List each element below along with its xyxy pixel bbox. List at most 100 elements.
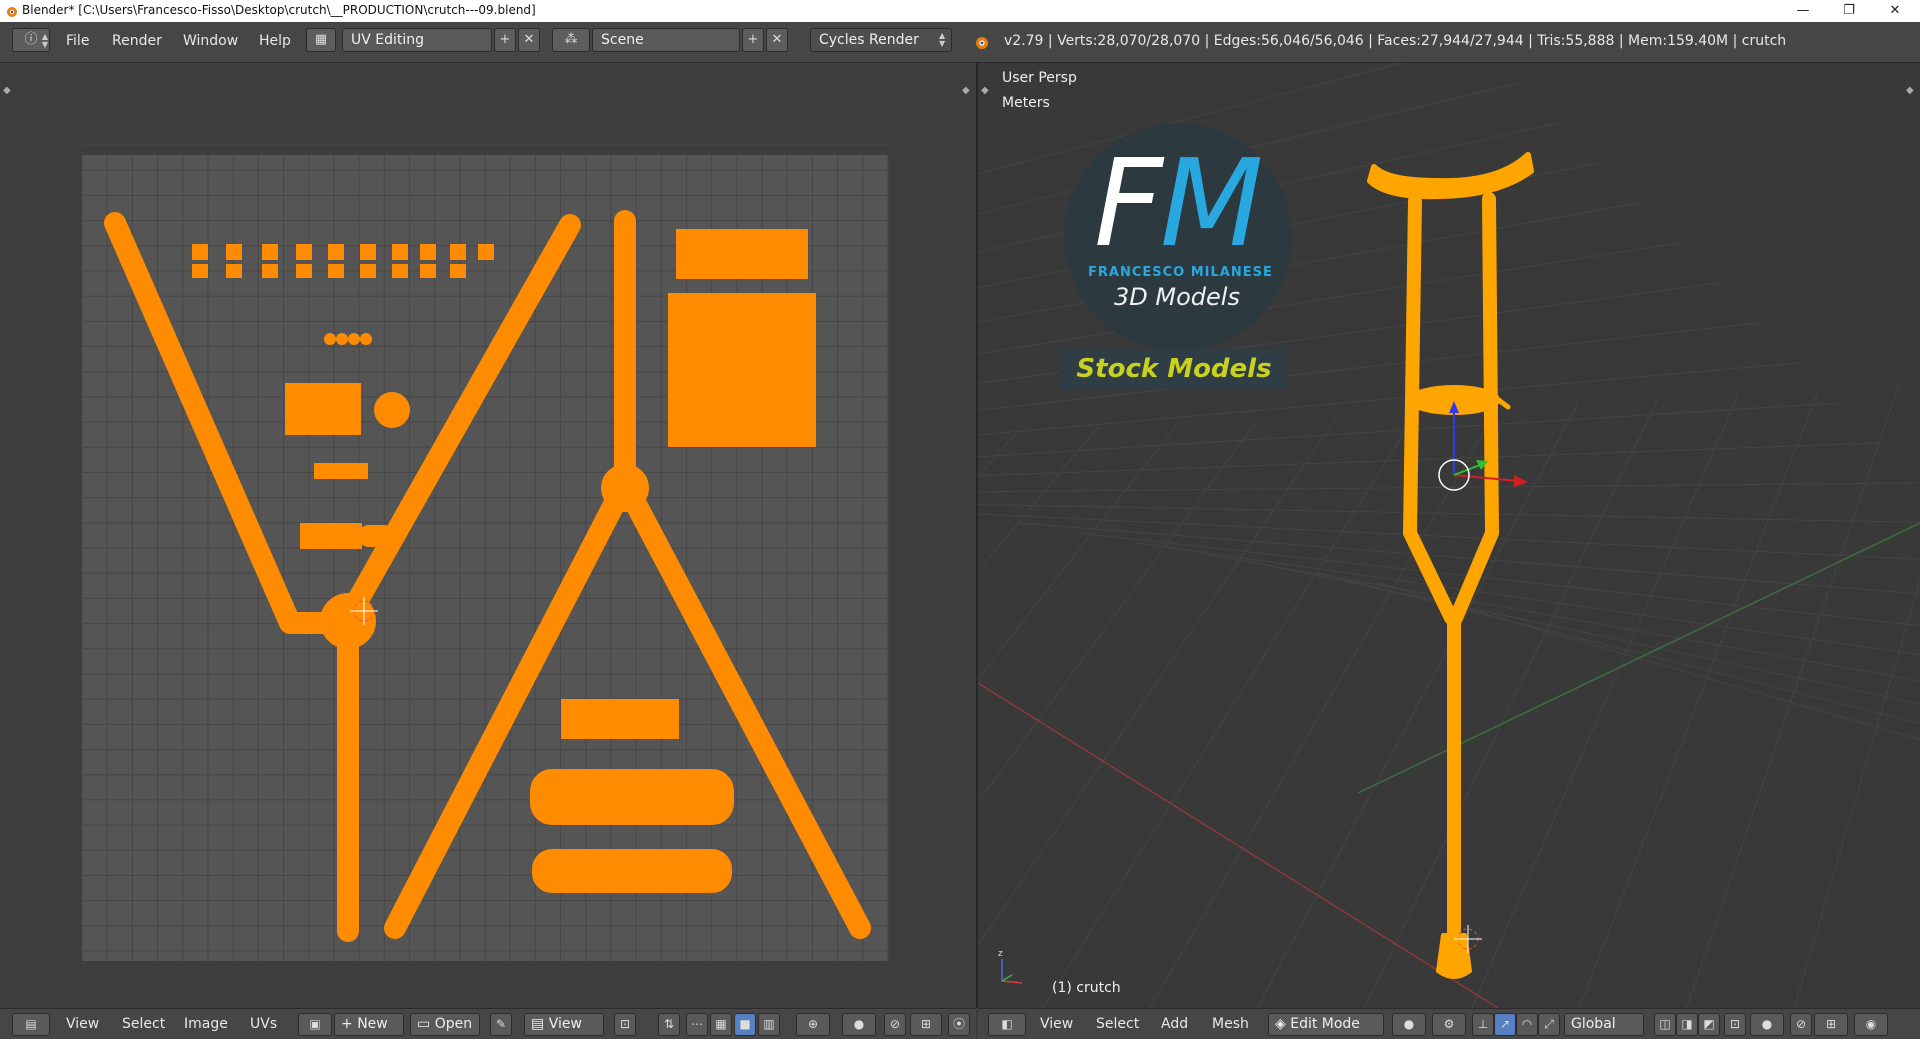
uv-menu-select[interactable]: Select (122, 1016, 165, 1032)
add-screen-button[interactable]: + (494, 28, 516, 52)
select-island-button[interactable]: ▥ (758, 1013, 780, 1036)
uv-canvas[interactable]: ◆ ◆ (0, 63, 976, 1008)
translate-manipulator-button[interactable]: ↗ (1494, 1013, 1516, 1036)
floor-grid-line (1793, 578, 1920, 1008)
uv-island-grip-face (561, 699, 679, 739)
select-edge-mode-button[interactable]: ◨ (1676, 1013, 1698, 1036)
snap-toggle-button[interactable]: ⊘ (1790, 1013, 1812, 1036)
menu-help[interactable]: Help (259, 33, 291, 49)
uv-menu-uvs[interactable]: UVs (250, 1016, 277, 1032)
uv-island-grip (530, 769, 734, 825)
remove-scene-button[interactable]: ✕ (766, 28, 788, 52)
editor-type-image-button[interactable]: ▤ (12, 1013, 50, 1036)
floor-grid-line (1197, 552, 1920, 682)
shading-sphere-icon: ● (1403, 1017, 1415, 1031)
vp-menu-view[interactable]: View (1040, 1016, 1073, 1032)
new-image-button[interactable]: + New (334, 1013, 404, 1036)
pivot-point-dropdown[interactable]: ⚙ (1432, 1013, 1466, 1036)
snap-target-button[interactable]: ⊞ (910, 1013, 942, 1036)
snap-button[interactable]: ⊡ (614, 1013, 636, 1036)
snap-element-dropdown[interactable]: ⊞ (1814, 1013, 1848, 1036)
scene-icon-button[interactable]: ⁂ (552, 28, 590, 52)
uv-island-small (262, 244, 278, 260)
snap-icon: ⊡ (619, 1017, 631, 1031)
interaction-mode-dropdown[interactable]: ◈ Edit Mode (1268, 1013, 1384, 1036)
open-image-button[interactable]: ▭ Open (410, 1013, 480, 1036)
scene-label: Scene (601, 32, 644, 48)
uv-island-small (226, 264, 242, 278)
vp-menu-mesh[interactable]: Mesh (1212, 1016, 1249, 1032)
select-vertex-button[interactable]: ⋯ (686, 1013, 708, 1036)
viewport-shading-dropdown[interactable]: ● (1392, 1013, 1426, 1036)
uv-menu-view[interactable]: View (66, 1016, 99, 1032)
restore-button[interactable]: ❐ (1826, 0, 1872, 22)
uv-island-circle (374, 392, 410, 428)
scale-manipulator-button[interactable]: ⤢ (1538, 1013, 1560, 1036)
view-mode-dropdown[interactable]: ▤ View (524, 1013, 604, 1036)
pivot-dropdown[interactable]: ⊕ (796, 1013, 830, 1036)
uv-menu-image[interactable]: Image (184, 1016, 228, 1032)
screen-layout-field[interactable]: UV Editing (342, 28, 492, 52)
edge-mode-icon: ◨ (1681, 1017, 1693, 1031)
editor-type-3d-button[interactable]: ◧ (988, 1013, 1026, 1036)
plus-icon: + (341, 1016, 358, 1032)
uv-island-dot (348, 333, 360, 345)
select-face-mode-button[interactable]: ◩ (1698, 1013, 1720, 1036)
uv-island-small (192, 264, 208, 278)
scene-icon: ⁂ (564, 32, 578, 47)
mesh-data-button[interactable]: ⦿ (948, 1013, 970, 1036)
occlude-geometry-button[interactable]: ⊡ (1724, 1013, 1746, 1036)
face-mode-icon: ◩ (1703, 1017, 1715, 1031)
minimize-button[interactable]: — (1780, 0, 1826, 22)
layout-grid-icon: ▦ (314, 32, 328, 47)
3d-viewport[interactable]: z ◆ ◆ User Persp Meters (1) crutch F M FRA… (978, 63, 1920, 1008)
editor-type-info-button[interactable]: ⓘ ▲ ▼ (12, 28, 50, 52)
scene-field[interactable]: Scene (592, 28, 740, 52)
select-face-button[interactable]: ■ (734, 1013, 756, 1036)
open-image-label: Open (434, 1016, 473, 1032)
menu-render[interactable]: Render (112, 33, 162, 49)
image-browse-button[interactable]: ▣ (298, 1013, 332, 1036)
rotate-manipulator-button[interactable]: ◠ (1516, 1013, 1538, 1036)
uv-image-editor[interactable]: ◆ ◆ (0, 63, 978, 1008)
logo-letter-f: F (1094, 135, 1164, 274)
pivot-point-icon: ⚙ (1443, 1017, 1455, 1031)
crutch-mesh (1367, 152, 1534, 979)
vp-menu-add[interactable]: Add (1161, 1016, 1188, 1032)
pin-button[interactable]: ✎ (490, 1013, 512, 1036)
view-axis-widget (1001, 959, 1023, 984)
sticky-select-button[interactable]: ⊘ (884, 1013, 906, 1036)
uv-island-small (262, 264, 278, 278)
uv-island-block (285, 383, 361, 435)
arrow-icon: ↗ (1499, 1017, 1511, 1031)
manipulator-toggle-button[interactable]: ⊥ (1472, 1013, 1494, 1036)
select-edge-button[interactable]: ▦ (710, 1013, 732, 1036)
active-object-label: (1) crutch (1052, 980, 1121, 996)
uv-sync-button[interactable]: ⇅ (658, 1013, 680, 1036)
menu-file[interactable]: File (66, 33, 89, 49)
render-engine-dropdown[interactable]: Cycles Render ▲ ▼ (810, 28, 952, 52)
logo-letter-m: M (1160, 135, 1264, 274)
blender-logo-icon (7, 7, 17, 17)
transform-orientation-dropdown[interactable]: Global (1564, 1013, 1644, 1036)
uv-island-small (360, 264, 376, 278)
uv-island-handle-piece (300, 523, 362, 549)
uv-editor-header: ▤ View Select Image UVs ▣ + New ▭ Open ✎… (0, 1008, 976, 1039)
view-mode-icon: ▤ (531, 1016, 549, 1032)
close-button[interactable]: ✕ (1872, 0, 1918, 22)
proportional-icon: ● (1761, 1017, 1773, 1031)
select-vertex-mode-button[interactable]: ◫ (1654, 1013, 1676, 1036)
mesh-data-icon: ⦿ (952, 1017, 965, 1031)
proportional-edit-button[interactable]: ● (842, 1013, 876, 1036)
add-scene-button[interactable]: + (742, 28, 764, 52)
floor-grid-line (1077, 532, 1920, 627)
floor-grid-line (1256, 402, 1579, 1008)
proportional-editing-dropdown[interactable]: ● (1750, 1013, 1784, 1036)
screen-layout-icon-button[interactable]: ▦ (306, 28, 336, 52)
window-title: Blender* [C:\Users\Francesco-Fisso\Deskt… (22, 3, 536, 17)
opengl-render-button[interactable]: ◉ (1854, 1013, 1888, 1036)
window-title-bar: Blender* [C:\Users\Francesco-Fisso\Deskt… (0, 0, 1920, 22)
remove-screen-button[interactable]: ✕ (518, 28, 540, 52)
vp-menu-select[interactable]: Select (1096, 1016, 1139, 1032)
menu-window[interactable]: Window (183, 33, 238, 49)
